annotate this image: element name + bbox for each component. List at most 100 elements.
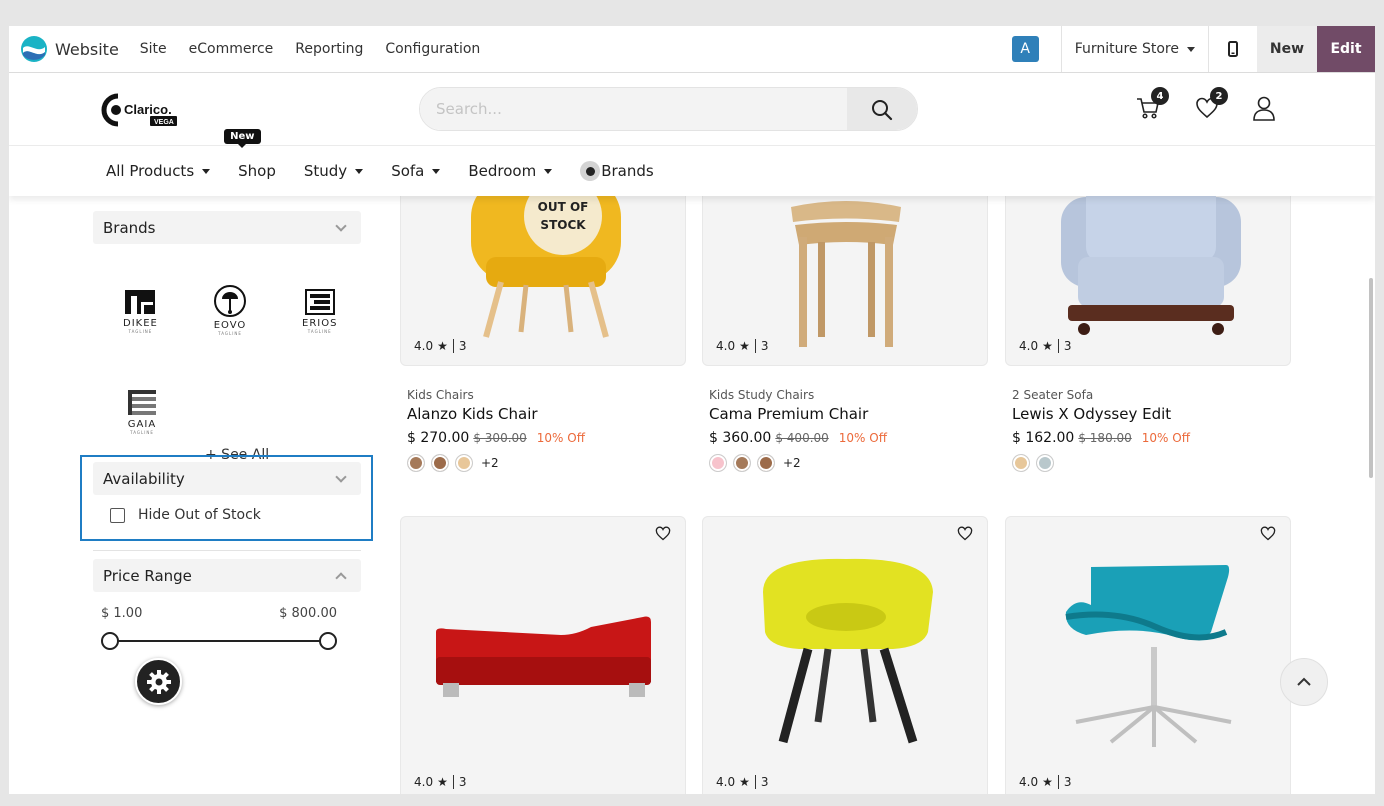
search-button[interactable] [847, 88, 917, 130]
new-button[interactable]: New [1257, 26, 1317, 72]
star-icon: ★ [437, 775, 448, 789]
price-slider[interactable] [93, 631, 361, 651]
product-price: $ 162.00 [1012, 430, 1075, 446]
menu-configuration[interactable]: Configuration [385, 41, 480, 57]
nav-brands[interactable]: Brands [580, 161, 654, 181]
account-button[interactable] [1249, 93, 1279, 123]
brand-gaia[interactable]: GAIA TAGLINE [127, 389, 157, 435]
edit-button[interactable]: Edit [1317, 26, 1375, 72]
cart-button[interactable]: 4 [1133, 87, 1169, 123]
price-range-header[interactable]: Price Range [93, 559, 361, 592]
brand-eovo[interactable]: EOVO TAGLINE [211, 284, 249, 336]
product-price-row: $ 360.00 $ 400.00 10% Off [709, 430, 988, 446]
brands-filter-title: Brands [103, 218, 156, 237]
availability-filter: Availability Hide Out of Stock [93, 459, 361, 523]
availability-filter-title: Availability [103, 469, 185, 488]
odoo-bar-right: A Furniture Store New Edit [1011, 26, 1375, 72]
color-swatch[interactable] [431, 454, 449, 472]
product-category[interactable]: Kids Chairs [407, 388, 686, 402]
nav-bedroom[interactable]: Bedroom [468, 162, 553, 180]
review-count: 3 [458, 775, 467, 789]
erios-logo-icon [304, 289, 335, 315]
brand-erios[interactable]: ERIOS TAGLINE [302, 288, 337, 334]
product-rating: 4.0 ★ 3 [414, 775, 467, 789]
clarico-logo[interactable]: Clarico. VEGA [100, 92, 182, 132]
menu-reporting[interactable]: Reporting [295, 41, 363, 57]
slider-track [110, 640, 336, 642]
product-rating: 4.0 ★ 3 [1019, 339, 1072, 353]
website-name: Furniture Store [1074, 41, 1179, 57]
product-card[interactable]: OUT OF STOCK 4.0 ★ 3 Kids Chairs Alanzo K… [400, 176, 686, 472]
store-header: Clarico. VEGA 4 [9, 73, 1375, 146]
product-price: $ 270.00 [407, 430, 470, 446]
product-card[interactable]: 4.0 ★ 3 2 Seater Sofa Lewis X Odyssey Ed… [1005, 176, 1291, 472]
hide-out-of-stock-checkbox[interactable] [110, 507, 125, 523]
product-card[interactable]: 4.0 ★ 3 Kids Study Chairs Cama Premium C… [702, 176, 988, 472]
star-icon: ★ [739, 775, 750, 789]
product-rating: 4.0 ★ 3 [716, 339, 769, 353]
add-to-wishlist-button[interactable] [655, 526, 671, 545]
nav-study[interactable]: Study [304, 162, 364, 180]
menu-site[interactable]: Site [140, 41, 167, 57]
price-max-handle[interactable] [319, 632, 337, 650]
divider [452, 775, 454, 789]
color-swatch[interactable] [733, 454, 751, 472]
product-name[interactable]: Lewis X Odyssey Edit [1012, 405, 1291, 423]
mobile-preview-button[interactable] [1209, 26, 1257, 72]
chevron-down-icon [544, 168, 553, 174]
scroll-to-top-button[interactable] [1280, 658, 1328, 706]
product-image[interactable]: 4.0 ★ 3 [1005, 516, 1291, 794]
cart-count-badge: 4 [1151, 87, 1169, 105]
menu-ecommerce[interactable]: eCommerce [189, 41, 274, 57]
product-category[interactable]: 2 Seater Sofa [1012, 388, 1291, 402]
color-swatch[interactable] [1012, 454, 1030, 472]
product-card[interactable]: 4.0 ★ 3 [702, 516, 988, 794]
more-colors[interactable]: +2 [783, 456, 801, 470]
search-box [419, 87, 918, 131]
price-min-handle[interactable] [101, 632, 119, 650]
website-switcher[interactable]: Furniture Store [1062, 41, 1208, 57]
product-name[interactable]: Cama Premium Chair [709, 405, 988, 423]
more-colors[interactable]: +2 [481, 456, 499, 470]
review-count: 3 [1063, 775, 1072, 789]
nav-all-products[interactable]: All Products [106, 162, 211, 180]
product-old-price: $ 300.00 [473, 431, 527, 445]
rating-value: 4.0 [1019, 775, 1039, 789]
color-swatch[interactable] [709, 454, 727, 472]
user-avatar[interactable]: A [1011, 36, 1039, 62]
color-swatch[interactable] [455, 454, 473, 472]
product-image[interactable]: 4.0 ★ 3 [1005, 176, 1291, 366]
availability-filter-header[interactable]: Availability [93, 462, 361, 495]
settings-button[interactable] [135, 658, 182, 705]
color-swatch[interactable] [407, 454, 425, 472]
product-category[interactable]: Kids Study Chairs [709, 388, 988, 402]
product-image[interactable]: 4.0 ★ 3 [702, 176, 988, 366]
star-icon: ★ [739, 339, 750, 353]
price-min-label: $ 1.00 [101, 606, 143, 621]
product-card[interactable]: 4.0 ★ 3 [1005, 516, 1291, 794]
add-to-wishlist-button[interactable] [1260, 526, 1276, 545]
nav-sofa[interactable]: Sofa [391, 162, 441, 180]
page-scrollbar[interactable] [1369, 278, 1373, 478]
search-input[interactable] [420, 88, 847, 130]
nav-shop[interactable]: New Shop [224, 129, 276, 180]
divider [452, 339, 454, 353]
wishlist-button[interactable]: 2 [1192, 87, 1228, 123]
color-swatch[interactable] [1036, 454, 1054, 472]
hide-out-of-stock-label: Hide Out of Stock [138, 507, 261, 523]
product-image[interactable]: 4.0 ★ 3 [400, 516, 686, 794]
hide-out-of-stock-option[interactable]: Hide Out of Stock [110, 507, 361, 523]
brand-dikee[interactable]: DIKEE TAGLINE [123, 288, 158, 334]
product-image[interactable]: OUT OF STOCK 4.0 ★ 3 [400, 176, 686, 366]
product-image[interactable]: 4.0 ★ 3 [702, 516, 988, 794]
product-name[interactable]: Alanzo Kids Chair [407, 405, 686, 423]
product-rating: 4.0 ★ 3 [414, 339, 467, 353]
nav-label: Brands [601, 162, 654, 180]
color-swatches [1012, 454, 1291, 472]
product-card[interactable]: 4.0 ★ 3 [400, 516, 686, 794]
price-range-filter: Price Range $ 1.00 $ 800.00 [93, 550, 361, 651]
add-to-wishlist-button[interactable] [957, 526, 973, 545]
website-app-logo[interactable]: Website [21, 36, 119, 62]
brands-filter-header[interactable]: Brands [93, 211, 361, 244]
color-swatch[interactable] [757, 454, 775, 472]
